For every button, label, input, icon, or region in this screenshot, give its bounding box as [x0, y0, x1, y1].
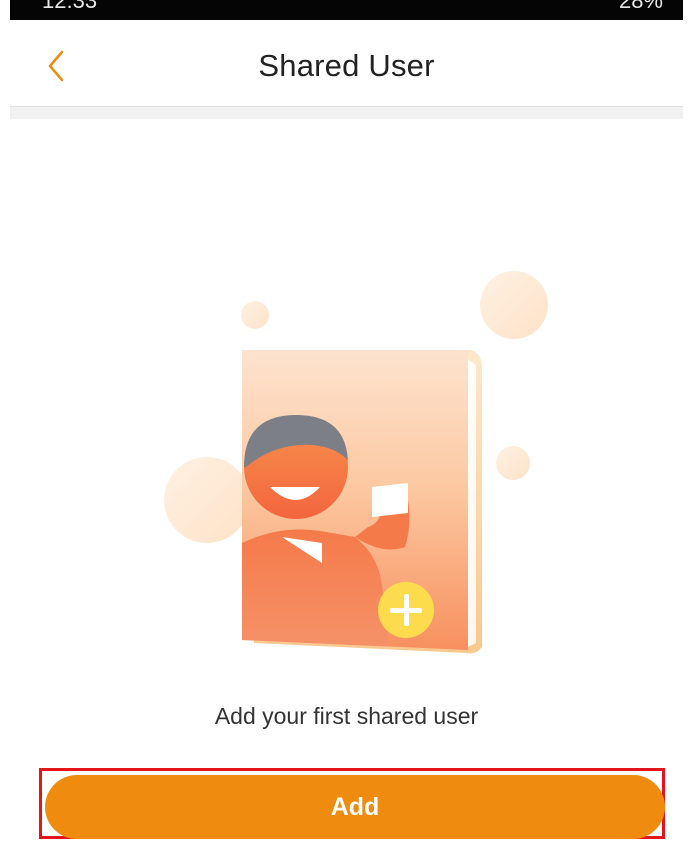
shared-user-screen: 12:33 28% Shared User Add your first sha… [0, 0, 693, 842]
empty-state-message: Add your first shared user [214, 703, 479, 729]
status-bar: 12:33 28% [10, 0, 683, 20]
status-battery-text: 28% [618, 0, 663, 13]
user-book-add-icon [164, 271, 548, 654]
status-time: 12:33 [42, 0, 98, 13]
app-header: Shared User [0, 20, 693, 108]
page-title: Shared User [258, 48, 435, 83]
empty-state-illustration [150, 255, 570, 675]
add-button[interactable]: Add [45, 775, 665, 839]
header-divider [10, 106, 683, 119]
